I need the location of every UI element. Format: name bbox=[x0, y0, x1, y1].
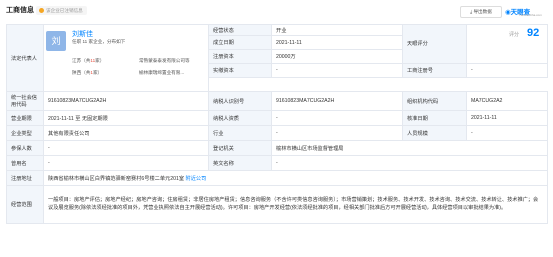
en-name-value: - bbox=[271, 155, 548, 171]
reg-capital-label: 注册资本 bbox=[208, 49, 272, 64]
industry-label: 行业 bbox=[208, 125, 272, 141]
status-badge-text: 该企业已注销信息 bbox=[46, 8, 83, 13]
term-value: 2021-11-11 至 无固定期限 bbox=[43, 110, 209, 126]
score-value[interactable]: 92 bbox=[527, 27, 539, 39]
scope-label: 经营范围 bbox=[6, 185, 44, 224]
avatar[interactable]: 刘 bbox=[46, 31, 66, 51]
region-company-shaanxi: 榆林康瑞缔置业有限... bbox=[139, 70, 185, 75]
logo-subtitle: TianYanCha.com bbox=[519, 13, 542, 17]
legal-rep-label: 法定代表人 bbox=[6, 24, 44, 92]
score-label: 天眼评分 bbox=[402, 24, 467, 64]
term-label: 营业期限 bbox=[6, 110, 44, 126]
staff-label: 人员规模 bbox=[402, 125, 467, 141]
score-cell: 评分 92 bbox=[466, 24, 548, 64]
founded-value: 2021-11-11 bbox=[271, 35, 403, 50]
taxpayer-label: 纳税人资质 bbox=[208, 110, 272, 126]
approve-label: 核准日期 bbox=[402, 110, 467, 126]
business-info-table: 法定代表人 刘 刘斯佳 任职 11 家企业，分布如下 江苏（共11家） 常熟蒙泰… bbox=[6, 23, 548, 224]
download-icon: ⤓ bbox=[470, 9, 473, 14]
tax-id-value: 91610823MA7CUG2A2H bbox=[271, 91, 403, 111]
insured-value: - bbox=[43, 140, 209, 156]
insured-label: 参保人数 bbox=[6, 140, 44, 156]
warning-icon bbox=[39, 8, 44, 13]
address-label: 注册地址 bbox=[6, 170, 44, 186]
credit-code-label: 统一社会信用代码 bbox=[6, 91, 44, 111]
old-name-label: 曾用名 bbox=[6, 155, 44, 171]
status-badge: 该企业已注销信息 bbox=[36, 6, 87, 15]
legal-rep-cell: 刘 刘斯佳 任职 11 家企业，分布如下 江苏（共11家） 常熟蒙泰泰发有限公司… bbox=[43, 24, 209, 92]
type-value: 其他有限责任公司 bbox=[43, 125, 209, 141]
founded-label: 成立日期 bbox=[208, 35, 272, 50]
paid-capital-label: 实缴资本 bbox=[208, 62, 272, 78]
industry-value: - bbox=[271, 125, 403, 141]
org-code-value: MA7CUG2A2 bbox=[466, 91, 548, 111]
address-value: 陕西省榆林市横山区白界镇范驿新窑赛村6号楼二单元201室 附近公司 bbox=[43, 170, 548, 186]
tax-id-label: 纳税人识别号 bbox=[208, 91, 272, 111]
region-row-shaanxi[interactable]: 陕西（共1家） bbox=[72, 70, 102, 76]
legal-rep-name[interactable]: 刘斯佳 bbox=[72, 29, 93, 39]
status-value: 开业 bbox=[271, 23, 403, 37]
section-header: 工商信息 该企业已注销信息 ⤓ 导出数据 ◉天眼查 TianYanCha.com bbox=[0, 0, 553, 20]
authority-label: 登记机关 bbox=[208, 140, 272, 156]
old-name-value: - bbox=[43, 155, 209, 171]
nearby-companies-link[interactable]: 附近公司 bbox=[186, 176, 207, 182]
spacer bbox=[209, 77, 548, 91]
en-name-label: 英文名称 bbox=[208, 155, 272, 171]
region-row-jiangsu[interactable]: 江苏（共11家） bbox=[72, 58, 104, 64]
type-label: 企业类型 bbox=[6, 125, 44, 141]
approve-value: 2021-11-11 bbox=[466, 110, 548, 126]
paid-capital-value: - bbox=[271, 62, 403, 78]
staff-value: - bbox=[466, 125, 548, 141]
authority-value: 榆林市横山区市场监督管理局 bbox=[271, 140, 548, 156]
reg-no-value: - bbox=[466, 62, 548, 78]
score-text: 评分 bbox=[509, 32, 520, 39]
export-button[interactable]: ⤓ 导出数据 bbox=[460, 6, 502, 18]
export-label: 导出数据 bbox=[473, 9, 492, 14]
taxpayer-value: - bbox=[271, 110, 403, 126]
credit-code-value: 91610823MA7CUG2A2H bbox=[43, 91, 209, 111]
address-text: 陕西省榆林市横山区白界镇范驿新窑赛村6号楼二单元201室 bbox=[48, 175, 185, 182]
section-title: 工商信息 bbox=[6, 7, 34, 14]
reg-no-label: 工商注册号 bbox=[402, 62, 467, 78]
org-code-label: 组织机构代码 bbox=[402, 91, 467, 111]
region-company-jiangsu: 常熟蒙泰泰发有限公司等 bbox=[139, 58, 190, 63]
status-label: 经营状态 bbox=[208, 23, 272, 37]
scope-value: 一般项目：房地产评估；房地产经纪；房地产咨询；住房租赁；非居住房地产租赁；信息咨… bbox=[43, 185, 548, 224]
legal-rep-summary: 任职 11 家企业，分布如下 bbox=[72, 39, 126, 44]
reg-capital-value: 20000万 bbox=[271, 49, 403, 64]
